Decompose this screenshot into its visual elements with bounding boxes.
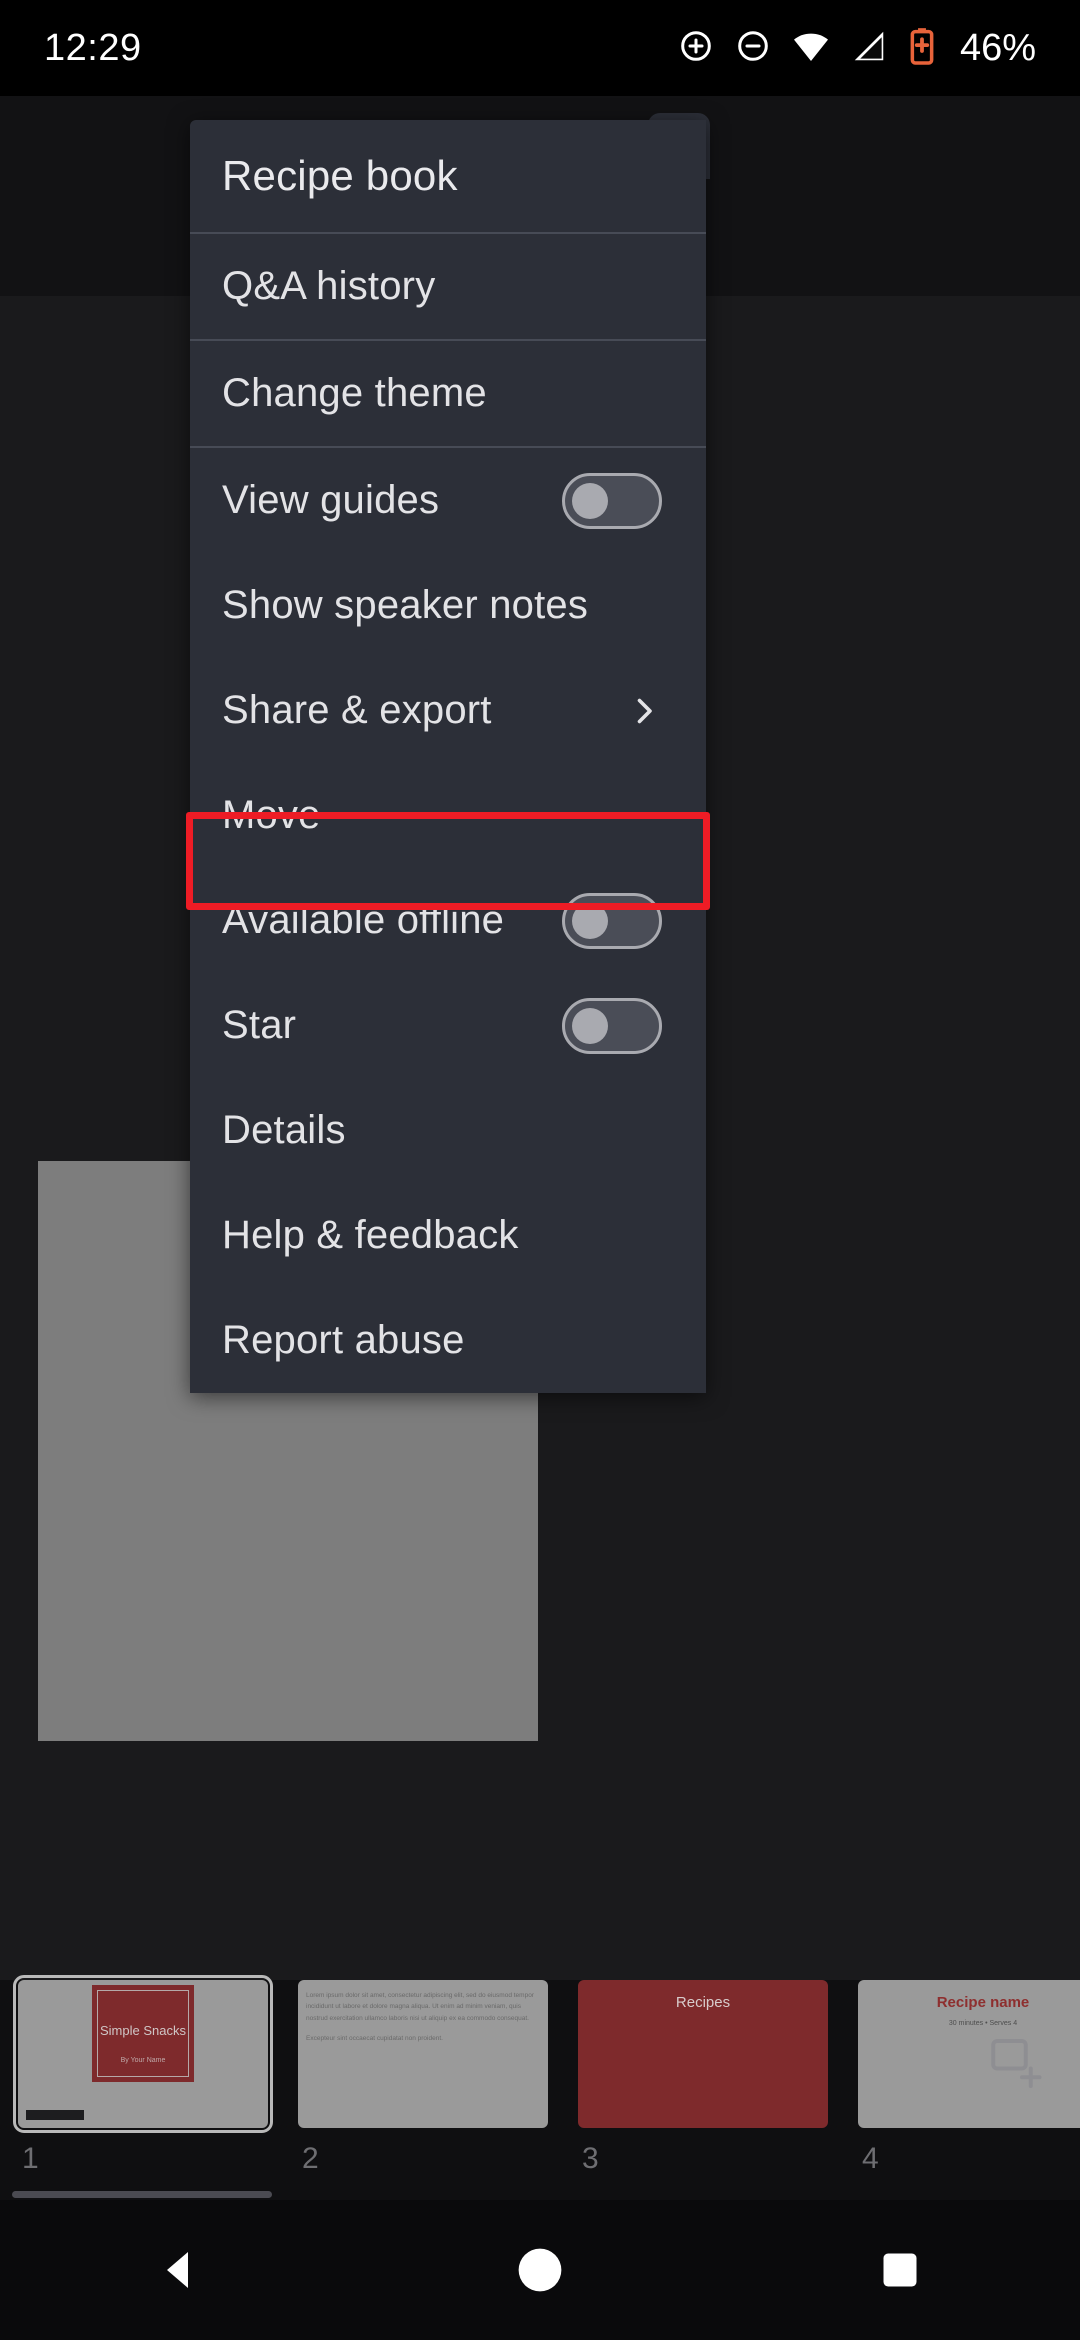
wifi-icon (791, 26, 831, 71)
zoom-in-icon (677, 27, 715, 70)
slide-1-title: Simple Snacks (100, 2023, 186, 2038)
slide-2-body: Lorem ipsum dolor sit amet, consectetur … (306, 1990, 540, 2054)
toggle-knob (572, 1007, 608, 1044)
menu-item-trailing (562, 472, 662, 529)
menu-item-star[interactable]: Star (190, 973, 706, 1078)
menu-item-help-and-feedback[interactable]: Help & feedback (190, 1183, 706, 1288)
chevron-right-icon (626, 693, 662, 729)
menu-item-label: Show speaker notes (222, 583, 589, 627)
menu-item-trailing (562, 997, 662, 1054)
slide-number: 2 (302, 2142, 319, 2175)
slide-filmstrip[interactable]: Simple Snacks By Your Name 1 Lorem ipsum… (0, 1975, 1080, 2200)
menu-item-show-speaker-notes[interactable]: Show speaker notes (190, 553, 706, 658)
slide-number: 4 (862, 2142, 879, 2175)
phone-screen: Simple Snacks By Your Name 1 Lorem ipsum… (0, 0, 1080, 2340)
menu-item-label: Star (222, 1003, 297, 1047)
slide-2-paragraph-1: Lorem ipsum dolor sit amet, consectetur … (306, 1992, 534, 2022)
add-slide-icon[interactable] (978, 2022, 1056, 2100)
slide-4-title: Recipe name (936, 1994, 1030, 2011)
menu-item-label: Change theme (222, 371, 487, 415)
menu-item-label: Help & feedback (222, 1213, 519, 1257)
slide-thumbnail[interactable]: Simple Snacks By Your Name (13, 1975, 273, 2133)
menu-item-label: Report abuse (222, 1318, 465, 1362)
status-bar: 12:29 46% (0, 0, 1080, 96)
menu-item-qa-history[interactable]: Q&A history (190, 234, 706, 339)
view-guides-toggle[interactable] (562, 472, 662, 529)
menu-item-label: Available offline (222, 898, 505, 942)
menu-title-label: Recipe book (222, 152, 458, 199)
status-icons: 46% (677, 26, 1036, 71)
menu-item-share-and-export[interactable]: Share & export (190, 658, 706, 763)
status-clock: 12:29 (44, 26, 142, 69)
nav-back-triangle-icon[interactable] (120, 2220, 240, 2320)
cellular-signal-icon (850, 27, 888, 70)
menu-item-label: Move (222, 793, 321, 837)
menu-item-label: Share & export (222, 688, 492, 732)
menu-item-label: Details (222, 1108, 346, 1152)
slide-1-accent-bar (26, 2110, 84, 2120)
nav-recents-square-icon[interactable] (840, 2220, 960, 2320)
menu-item-label: View guides (222, 478, 440, 522)
battery-saver-icon (907, 27, 937, 70)
slide-2-paragraph-2: Excepteur sint occaecat cupidatat non pr… (306, 2035, 443, 2043)
menu-item-trailing (562, 892, 662, 949)
star-toggle[interactable] (562, 997, 662, 1054)
zoom-out-icon (734, 27, 772, 70)
nav-home-circle-icon[interactable] (480, 2220, 600, 2320)
filmstrip-slide-3[interactable]: Recipes 3 (578, 1980, 828, 2176)
slide-number: 1 (22, 2142, 39, 2175)
overflow-menu[interactable]: Recipe book Q&A history Change theme Vie… (190, 120, 706, 1393)
menu-item-change-theme[interactable]: Change theme (190, 341, 706, 446)
menu-item-details[interactable]: Details (190, 1078, 706, 1183)
slide-thumbnail[interactable]: Recipes (578, 1980, 828, 2128)
menu-item-move[interactable]: Move (190, 763, 706, 868)
toggle-knob (572, 482, 608, 519)
filmstrip-slide-1[interactable]: Simple Snacks By Your Name 1 (13, 1975, 273, 2176)
slide-thumbnail[interactable]: Lorem ipsum dolor sit amet, consectetur … (298, 1980, 548, 2128)
available-offline-toggle[interactable] (562, 892, 662, 949)
filmstrip-scrollbar[interactable] (12, 2191, 272, 2198)
menu-item-available-offline[interactable]: Available offline (190, 868, 706, 973)
menu-item-label: Q&A history (222, 264, 436, 308)
android-navigation-bar (0, 2200, 1080, 2340)
toggle-knob (572, 902, 608, 939)
slide-1-card: Simple Snacks By Your Name (92, 1985, 194, 2082)
slide-number: 3 (582, 2142, 599, 2175)
menu-item-report-abuse[interactable]: Report abuse (190, 1288, 706, 1393)
filmstrip-slide-2[interactable]: Lorem ipsum dolor sit amet, consectetur … (298, 1980, 548, 2176)
menu-item-view-guides[interactable]: View guides (190, 448, 706, 553)
battery-percent: 46% (959, 26, 1036, 69)
slide-1-subtitle: By Your Name (120, 2057, 166, 2064)
menu-title: Recipe book (190, 120, 706, 232)
slide-3-title: Recipes (675, 1994, 731, 2011)
